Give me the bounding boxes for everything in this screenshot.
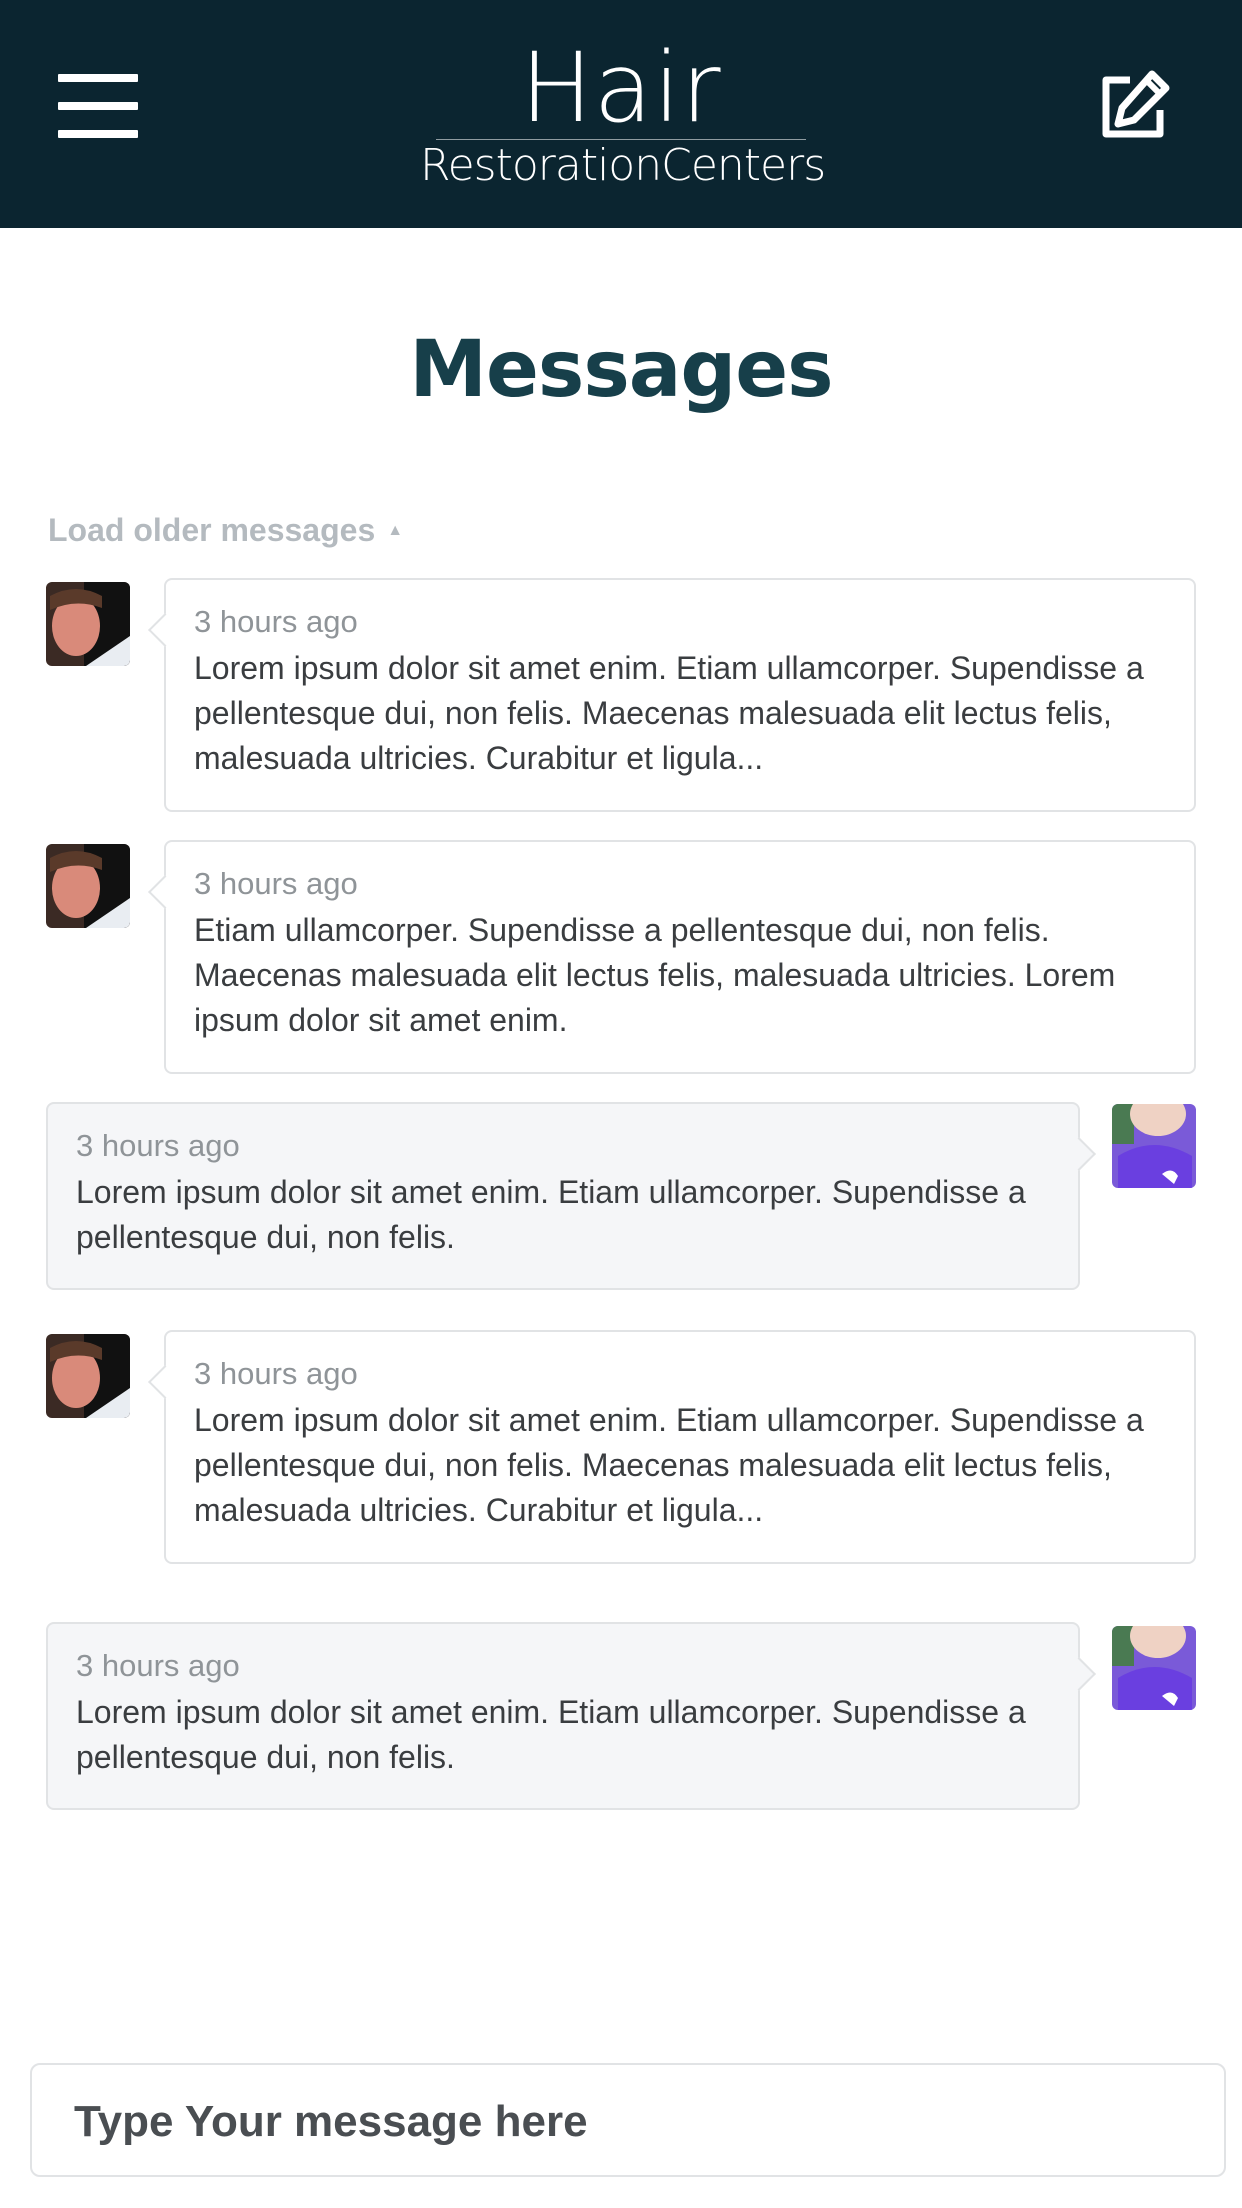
menu-bar-line xyxy=(58,130,138,138)
message-timestamp: 3 hours ago xyxy=(194,866,358,901)
message-text: Lorem ipsum dolor sit amet enim. Etiam u… xyxy=(76,1174,1026,1255)
message-timestamp: 3 hours ago xyxy=(76,1128,240,1163)
message-text: Etiam ullamcorper. Supendisse a pellente… xyxy=(194,912,1116,1038)
avatar[interactable] xyxy=(1112,1104,1196,1188)
bubble-tail xyxy=(148,613,182,647)
logo-sub-text: RestorationCenters xyxy=(420,140,826,191)
bubble-tail xyxy=(1062,1657,1096,1691)
avatar[interactable] xyxy=(46,1334,130,1418)
message-timestamp: 3 hours ago xyxy=(194,1356,358,1391)
person-photo-icon xyxy=(46,1334,130,1418)
brand-logo[interactable]: Hair RestorationCenters xyxy=(420,32,826,191)
page-title: Messages xyxy=(409,325,833,415)
message-text: Lorem ipsum dolor sit amet enim. Etiam u… xyxy=(194,1402,1144,1528)
logo-divider xyxy=(436,139,806,140)
message-bubble[interactable]: 3 hours ago Lorem ipsum dolor sit amet e… xyxy=(46,1622,1096,1810)
message-text: Lorem ipsum dolor sit amet enim. Etiam u… xyxy=(76,1694,1026,1775)
hamburger-menu-icon[interactable] xyxy=(58,74,138,138)
triangle-up-icon: ▲ xyxy=(387,522,404,539)
message-bubble[interactable]: 3 hours ago Etiam ullamcorper. Supendiss… xyxy=(148,840,1196,1074)
avatar[interactable] xyxy=(46,844,130,928)
load-older-messages-link[interactable]: Load older messages ▲ xyxy=(48,512,403,549)
message-bubble[interactable]: 3 hours ago Lorem ipsum dolor sit amet e… xyxy=(46,1102,1096,1290)
bubble-tail xyxy=(1062,1137,1096,1171)
bubble-tail xyxy=(148,875,182,909)
person-photo-icon xyxy=(1112,1104,1196,1188)
person-photo-icon xyxy=(1112,1626,1196,1710)
menu-bar-line xyxy=(58,102,138,110)
menu-bar-line xyxy=(58,74,138,82)
avatar[interactable] xyxy=(46,582,130,666)
message-bubble[interactable]: 3 hours ago Lorem ipsum dolor sit amet e… xyxy=(148,578,1196,812)
person-photo-icon xyxy=(46,844,130,928)
message-text: Lorem ipsum dolor sit amet enim. Etiam u… xyxy=(194,650,1144,776)
message-composer xyxy=(30,2063,1226,2177)
message-bubble[interactable]: 3 hours ago Lorem ipsum dolor sit amet e… xyxy=(148,1330,1196,1564)
message-input[interactable] xyxy=(72,2089,1176,2155)
message-timestamp: 3 hours ago xyxy=(194,604,358,639)
compose-edit-icon[interactable] xyxy=(1096,70,1170,144)
top-bar: Hair RestorationCenters xyxy=(0,0,1242,228)
load-older-label: Load older messages xyxy=(48,512,376,548)
bubble-tail xyxy=(148,1365,182,1399)
person-photo-icon xyxy=(46,582,130,666)
message-timestamp: 3 hours ago xyxy=(76,1648,240,1683)
logo-main-text: Hair xyxy=(520,32,722,144)
avatar[interactable] xyxy=(1112,1626,1196,1710)
